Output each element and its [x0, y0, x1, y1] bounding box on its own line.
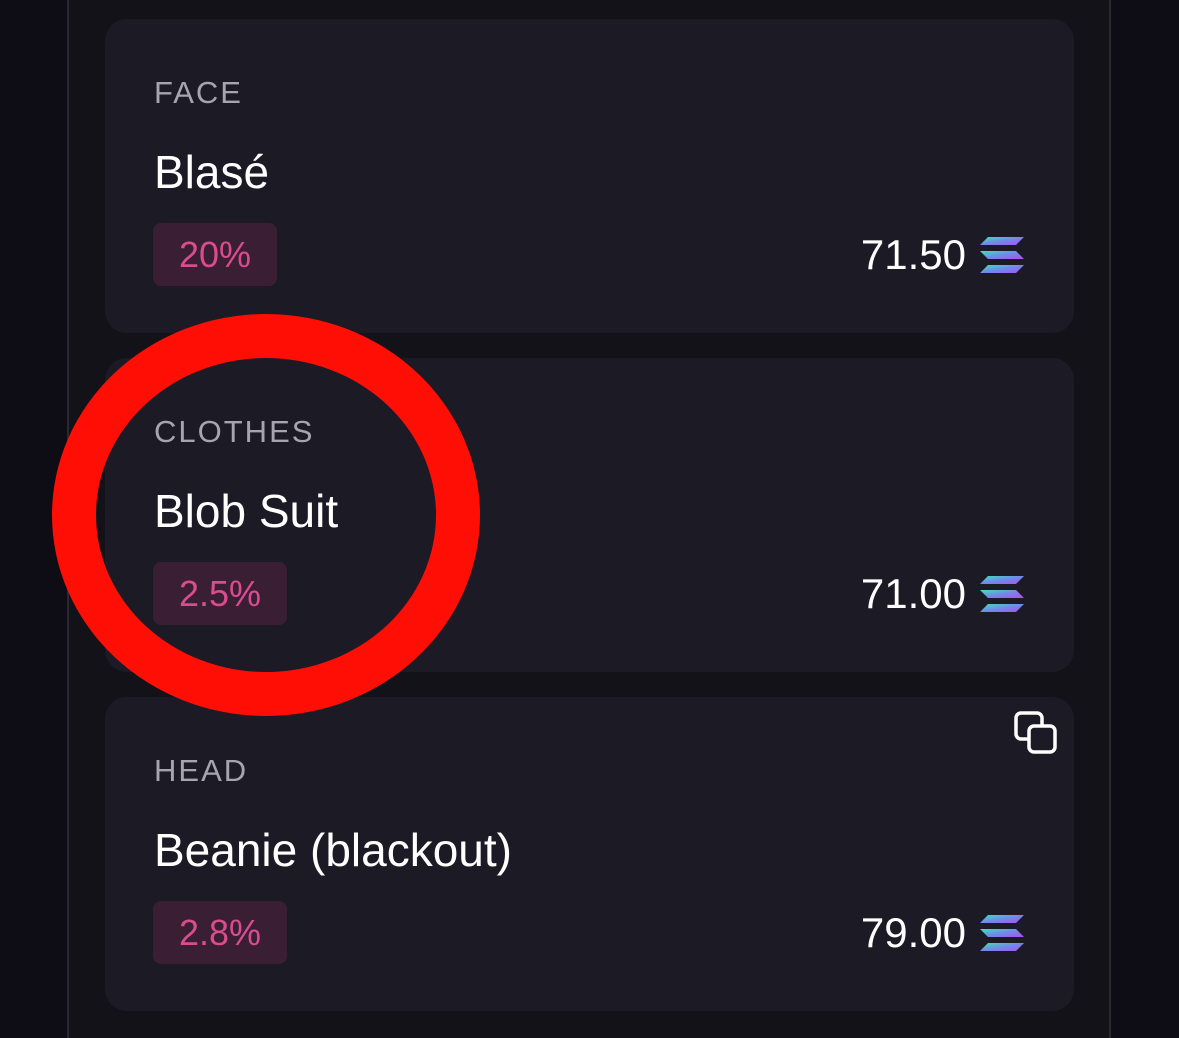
trait-value-label: Beanie (blackout) — [154, 824, 512, 876]
trait-value-label: Blasé — [154, 146, 270, 198]
rarity-badge: 2.8% — [153, 901, 288, 964]
rarity-badge: 2.5% — [153, 562, 288, 625]
trait-type-label: CLOTHES — [154, 414, 315, 449]
trait-card-head[interactable]: HEAD Beanie (blackout) 2.8% 79.00 — [105, 697, 1074, 1011]
solana-icon — [980, 576, 1024, 612]
floor-price: 71.00 — [861, 566, 1024, 622]
copy-icon[interactable] — [1012, 709, 1062, 759]
price-value: 71.00 — [860, 570, 966, 617]
trait-value-label: Blob Suit — [154, 485, 339, 537]
trait-card-clothes[interactable]: CLOTHES Blob Suit 2.5% 71.00 — [105, 358, 1074, 672]
trait-card-face[interactable]: FACE Blasé 20% 71.50 — [105, 19, 1074, 333]
price-value: 79.00 — [860, 909, 966, 956]
floor-price: 79.00 — [861, 905, 1024, 961]
solana-icon — [980, 915, 1024, 951]
rarity-badge: 20% — [153, 223, 278, 286]
trait-type-label: FACE — [154, 75, 243, 110]
trait-type-label: HEAD — [154, 753, 249, 788]
price-value: 71.50 — [860, 231, 966, 278]
solana-icon — [980, 237, 1024, 273]
floor-price: 71.50 — [861, 227, 1024, 283]
